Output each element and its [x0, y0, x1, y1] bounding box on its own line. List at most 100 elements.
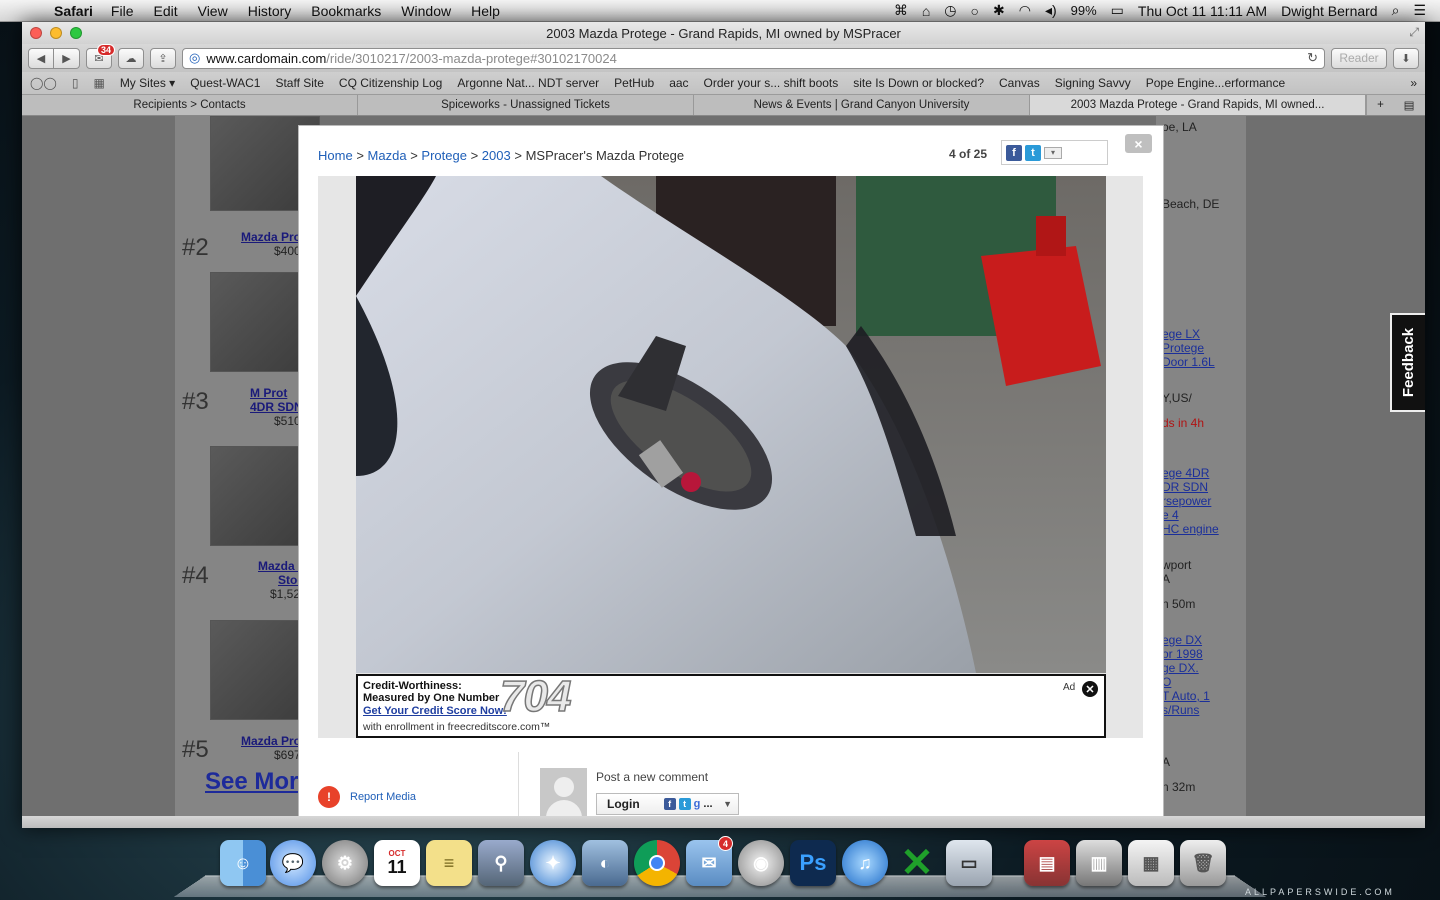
car-hood-photo[interactable]	[356, 176, 1106, 673]
bookmarks-book-icon[interactable]: ▯	[72, 76, 79, 90]
back-button[interactable]: ◀	[28, 47, 54, 69]
menu-app-name[interactable]: Safari	[40, 3, 101, 19]
battery-percent[interactable]: 99%	[1071, 3, 1097, 18]
report-media-link[interactable]: Report Media	[350, 791, 416, 803]
menu-window[interactable]: Window	[391, 3, 461, 19]
volume-icon[interactable]: ◂)	[1045, 2, 1057, 19]
right-link[interactable]: T Auto, 1	[1162, 689, 1210, 703]
zoom-window-button[interactable]	[70, 27, 82, 39]
right-link[interactable]: HC engine	[1162, 522, 1219, 536]
battery-icon[interactable]: ▭	[1111, 2, 1124, 19]
reading-list-icon[interactable]: ◯◯	[30, 76, 57, 90]
time-machine-icon[interactable]: ◷	[944, 2, 956, 19]
list-item[interactable]	[186, 272, 320, 372]
menu-file[interactable]: File	[101, 3, 144, 19]
bookmark-site-down[interactable]: site Is Down or blocked?	[853, 76, 984, 90]
close-ad-button[interactable]: ✕	[1082, 681, 1098, 697]
bookmark-pope-engine[interactable]: Pope Engine...erformance	[1146, 76, 1285, 90]
right-link[interactable]: s/Runs	[1162, 703, 1199, 717]
breadcrumb-home[interactable]: Home	[318, 148, 353, 163]
tab-overview-icon[interactable]: ▤	[1394, 95, 1424, 115]
menu-edit[interactable]: Edit	[143, 3, 187, 19]
listing-title[interactable]: M Prot	[250, 386, 287, 400]
fullscreen-icon[interactable]: ⤢	[1409, 25, 1419, 40]
excel-x-icon[interactable]: ✕	[894, 840, 940, 886]
menu-view[interactable]: View	[188, 3, 238, 19]
close-window-button[interactable]	[30, 27, 42, 39]
bookmark-quest-wac1[interactable]: Quest-WAC1	[190, 76, 260, 90]
trash-icon[interactable]: 🗑	[1180, 840, 1226, 886]
bookmark-canvas[interactable]: Canvas	[999, 76, 1040, 90]
bookmark-signing-savvy[interactable]: Signing Savvy	[1055, 76, 1131, 90]
downloads-button[interactable]: ⬇	[1393, 47, 1419, 69]
chat-icon[interactable]: ○	[971, 3, 979, 19]
clock[interactable]: Thu Oct 11 11:11 AM	[1138, 3, 1267, 19]
right-link[interactable]: ege 4DR	[1162, 466, 1209, 480]
bookmark-pethub[interactable]: PetHub	[614, 76, 654, 90]
right-link[interactable]: or 1998	[1162, 647, 1203, 661]
breadcrumb-mazda[interactable]: Mazda	[368, 148, 407, 163]
photoshop-icon[interactable]: Ps	[790, 840, 836, 886]
right-link[interactable]: DR SDN	[1162, 480, 1208, 494]
list-item[interactable]	[186, 620, 320, 720]
right-link[interactable]: rsepower	[1162, 494, 1211, 508]
ad-cta-link[interactable]: Get Your Credit Score Now!	[363, 705, 507, 717]
feedback-tab[interactable]: Feedback	[1390, 313, 1425, 412]
minimize-window-button[interactable]	[50, 27, 62, 39]
share-button[interactable]: ⇪	[150, 47, 176, 69]
login-dropdown[interactable]: Login f t g ... ▼	[596, 793, 739, 815]
credit-score-ad[interactable]: Credit-Worthiness: Measured by One Numbe…	[356, 671, 1106, 738]
documents-stack-icon[interactable]: ▥	[1076, 840, 1122, 886]
system-preferences-icon[interactable]: ⚙	[322, 840, 368, 886]
address-bar[interactable]: ◎ www.cardomain.com/ride/3010217/2003-ma…	[182, 47, 1325, 69]
right-link[interactable]: Door 1.6L	[1162, 355, 1215, 369]
right-link[interactable]: ege DX	[1162, 633, 1202, 647]
reader-button[interactable]: Reader	[1331, 47, 1387, 69]
tab-mazda-protege[interactable]: 2003 Mazda Protege - Grand Rapids, MI ow…	[1030, 95, 1366, 115]
bookmark-aac[interactable]: aac	[669, 76, 688, 90]
close-lightbox-button[interactable]: ×	[1125, 134, 1152, 153]
tab-spiceworks[interactable]: Spiceworks - Unassigned Tickets	[358, 95, 694, 115]
menu-history[interactable]: History	[238, 3, 302, 19]
calendar-icon[interactable]: OCT 11	[374, 840, 420, 886]
user-name[interactable]: Dwight Bernard	[1281, 3, 1378, 19]
right-link[interactable]: e 4	[1162, 508, 1179, 522]
list-item[interactable]	[186, 446, 320, 546]
report-media-row[interactable]: ! Report Media	[318, 786, 416, 808]
menu-bookmarks[interactable]: Bookmarks	[301, 3, 391, 19]
icloud-button[interactable]: ☁	[118, 47, 144, 69]
right-link[interactable]: ege LX	[1162, 327, 1200, 341]
right-link[interactable]: Protege	[1162, 341, 1204, 355]
safari-icon[interactable]: ✦	[530, 840, 576, 886]
right-link[interactable]: ge DX.	[1162, 661, 1199, 675]
menu-help[interactable]: Help	[461, 3, 510, 19]
twitter-icon[interactable]: t	[1025, 144, 1041, 161]
finder-icon[interactable]: ☺	[220, 840, 266, 886]
breadcrumb-year[interactable]: 2003	[482, 148, 511, 163]
mouse-icon[interactable]: ◉	[738, 840, 784, 886]
itunes-icon[interactable]: ♫	[842, 840, 888, 886]
downloads-stack-icon[interactable]: ▤	[1024, 840, 1070, 886]
tab-gcu-news[interactable]: News & Events | Grand Canyon University	[694, 95, 1030, 115]
wifi-icon[interactable]: ◠	[1019, 2, 1031, 19]
see-more-link[interactable]: See Mor	[205, 768, 298, 796]
tab-recipients[interactable]: Recipients > Contacts	[22, 95, 358, 115]
top-sites-grid-icon[interactable]: ▦	[93, 76, 104, 90]
bookmark-staff-site[interactable]: Staff Site	[275, 76, 323, 90]
applications-stack-icon[interactable]: ▦	[1128, 840, 1174, 886]
stickies-icon[interactable]: ≡	[426, 840, 472, 886]
more-bookmarks-icon[interactable]: »	[1410, 76, 1417, 90]
messages-icon[interactable]: 💬	[270, 840, 316, 886]
bookmark-argonne[interactable]: Argonne Nat... NDT server	[457, 76, 599, 90]
bookmark-my-sites[interactable]: My Sites ▾	[120, 76, 175, 90]
breadcrumb-protege[interactable]: Protege	[421, 148, 467, 163]
chrome-icon[interactable]	[634, 840, 680, 886]
reload-icon[interactable]: ↻	[1307, 50, 1318, 66]
share-dropdown-icon[interactable]: ▾	[1044, 146, 1062, 159]
forward-button[interactable]: ▶	[54, 47, 80, 69]
bookmark-shift-boots[interactable]: Order your s... shift boots	[704, 76, 839, 90]
spotlight-icon[interactable]: ⌕	[1392, 2, 1400, 19]
bookmark-cq-citizenship[interactable]: CQ Citizenship Log	[339, 76, 442, 90]
bluetooth-icon[interactable]: ✱	[993, 2, 1005, 19]
directory-utility-icon[interactable]: ⚲	[478, 840, 524, 886]
